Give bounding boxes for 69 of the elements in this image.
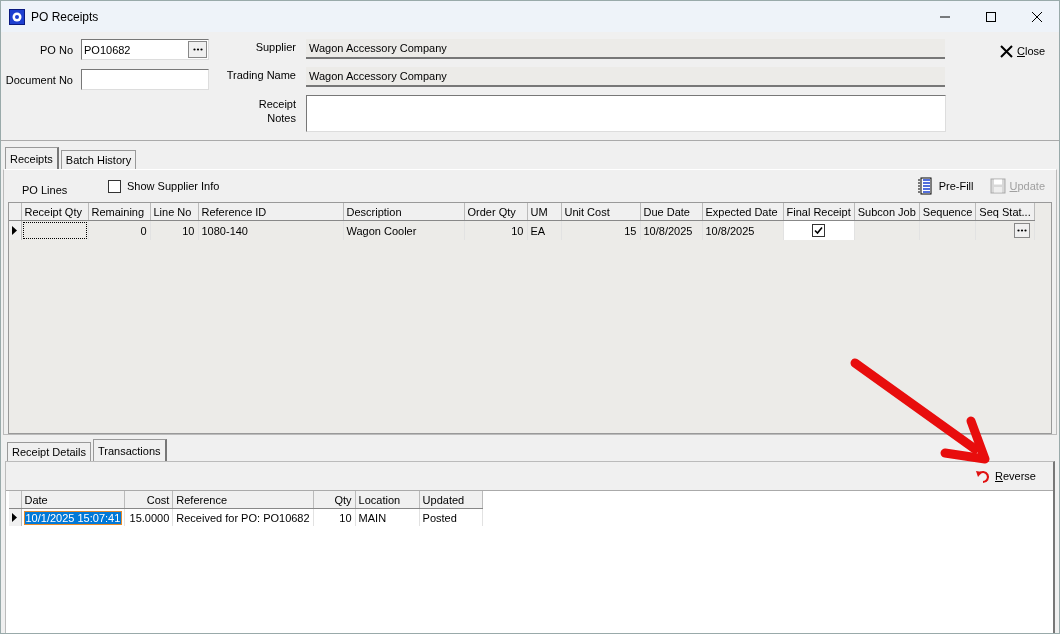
tab[interactable]: Batch History [60,150,137,169]
field-label: Trading Name [225,68,297,81]
tab[interactable]: Receipt Details [7,442,91,461]
field-label: Document No [4,73,74,86]
table-cell: MAIN [358,511,387,524]
column-header[interactable]: Location [355,491,420,509]
checkbox[interactable] [812,224,826,237]
table-cell: Received for PO: PO10682 [176,511,310,524]
table-cell: 10/1/2025 15:07:41 [24,511,122,524]
maximize-icon[interactable] [985,10,997,23]
table-cell: 10/8/2025 [640,220,702,240]
tab[interactable]: Transactions [93,439,167,461]
table-cell: 1080-140 [198,220,343,240]
table-cell: 10/8/2025 [702,220,783,240]
table-cell: 10 [464,220,527,240]
column-header[interactable]: Seq Stat... [975,203,1035,221]
close-icon[interactable] [1031,10,1043,23]
pre-fill-button[interactable]: Pre-Fill [913,177,977,195]
column-header[interactable]: Expected Date [702,203,783,221]
window-title: PO Receipts [31,9,99,24]
table-cell: 10 [150,220,198,240]
save-icon [989,178,1006,194]
lookup-button[interactable] [188,41,207,58]
field-label: PO No [39,43,74,56]
column-header[interactable]: Remaining [88,203,150,221]
checkbox[interactable] [108,179,121,193]
table-cell: 15 [561,220,640,240]
reverse-button[interactable]: Reverse [972,468,1039,484]
document-number-field[interactable] [81,69,209,90]
column-header[interactable]: Sequence [919,203,976,221]
table-cell: 15.0000 [129,511,170,524]
column-header[interactable]: Line No [150,203,198,221]
field-label: Supplier [254,40,297,53]
focused-cell[interactable] [22,222,87,239]
column-header[interactable]: Receipt Qty [21,203,88,221]
tab[interactable]: Receipts [5,147,59,169]
column-header[interactable]: Cost [124,491,173,509]
table-cell: 10 [339,511,352,524]
column-header[interactable]: Unit Cost [561,203,640,221]
column-header[interactable]: Final Receipt [783,203,855,221]
column-header[interactable]: Qty [313,491,356,509]
column-header[interactable]: Subcon Job [854,203,920,221]
table-cell: EA [527,220,561,240]
undo-icon [975,468,991,484]
supplier-field: Wagon Accessory Company [306,39,945,59]
section-label: PO Lines [22,183,69,196]
close-icon [1000,44,1013,58]
column-header[interactable]: Order Qty [464,203,527,221]
checkbox-label: Show Supplier Info [127,180,220,192]
field-label: Receipt Notes [257,97,297,125]
table-cell: Posted [422,511,457,524]
column-header[interactable]: Reference ID [198,203,343,221]
ellipsis-icon [1016,229,1027,232]
column-header[interactable]: Description [343,203,464,221]
trading-name-field: Wagon Accessory Company [306,67,945,87]
ellipsis-button[interactable] [1013,223,1030,238]
column-header[interactable]: UM [527,203,561,221]
table-cell: Wagon Cooler [343,220,464,240]
list-icon [916,177,935,195]
column-header[interactable]: Due Date [640,203,702,221]
column-header[interactable]: Date [21,491,125,509]
column-header[interactable]: Reference [172,491,314,509]
column-header[interactable]: Updated [419,491,483,509]
ellipsis-icon [192,48,203,51]
app-icon [9,8,25,25]
po-number-field[interactable]: PO10682 [81,39,209,60]
receipt-notes-field[interactable] [306,95,946,132]
table-cell: 0 [88,220,150,240]
close-button[interactable]: Close [998,42,1048,60]
